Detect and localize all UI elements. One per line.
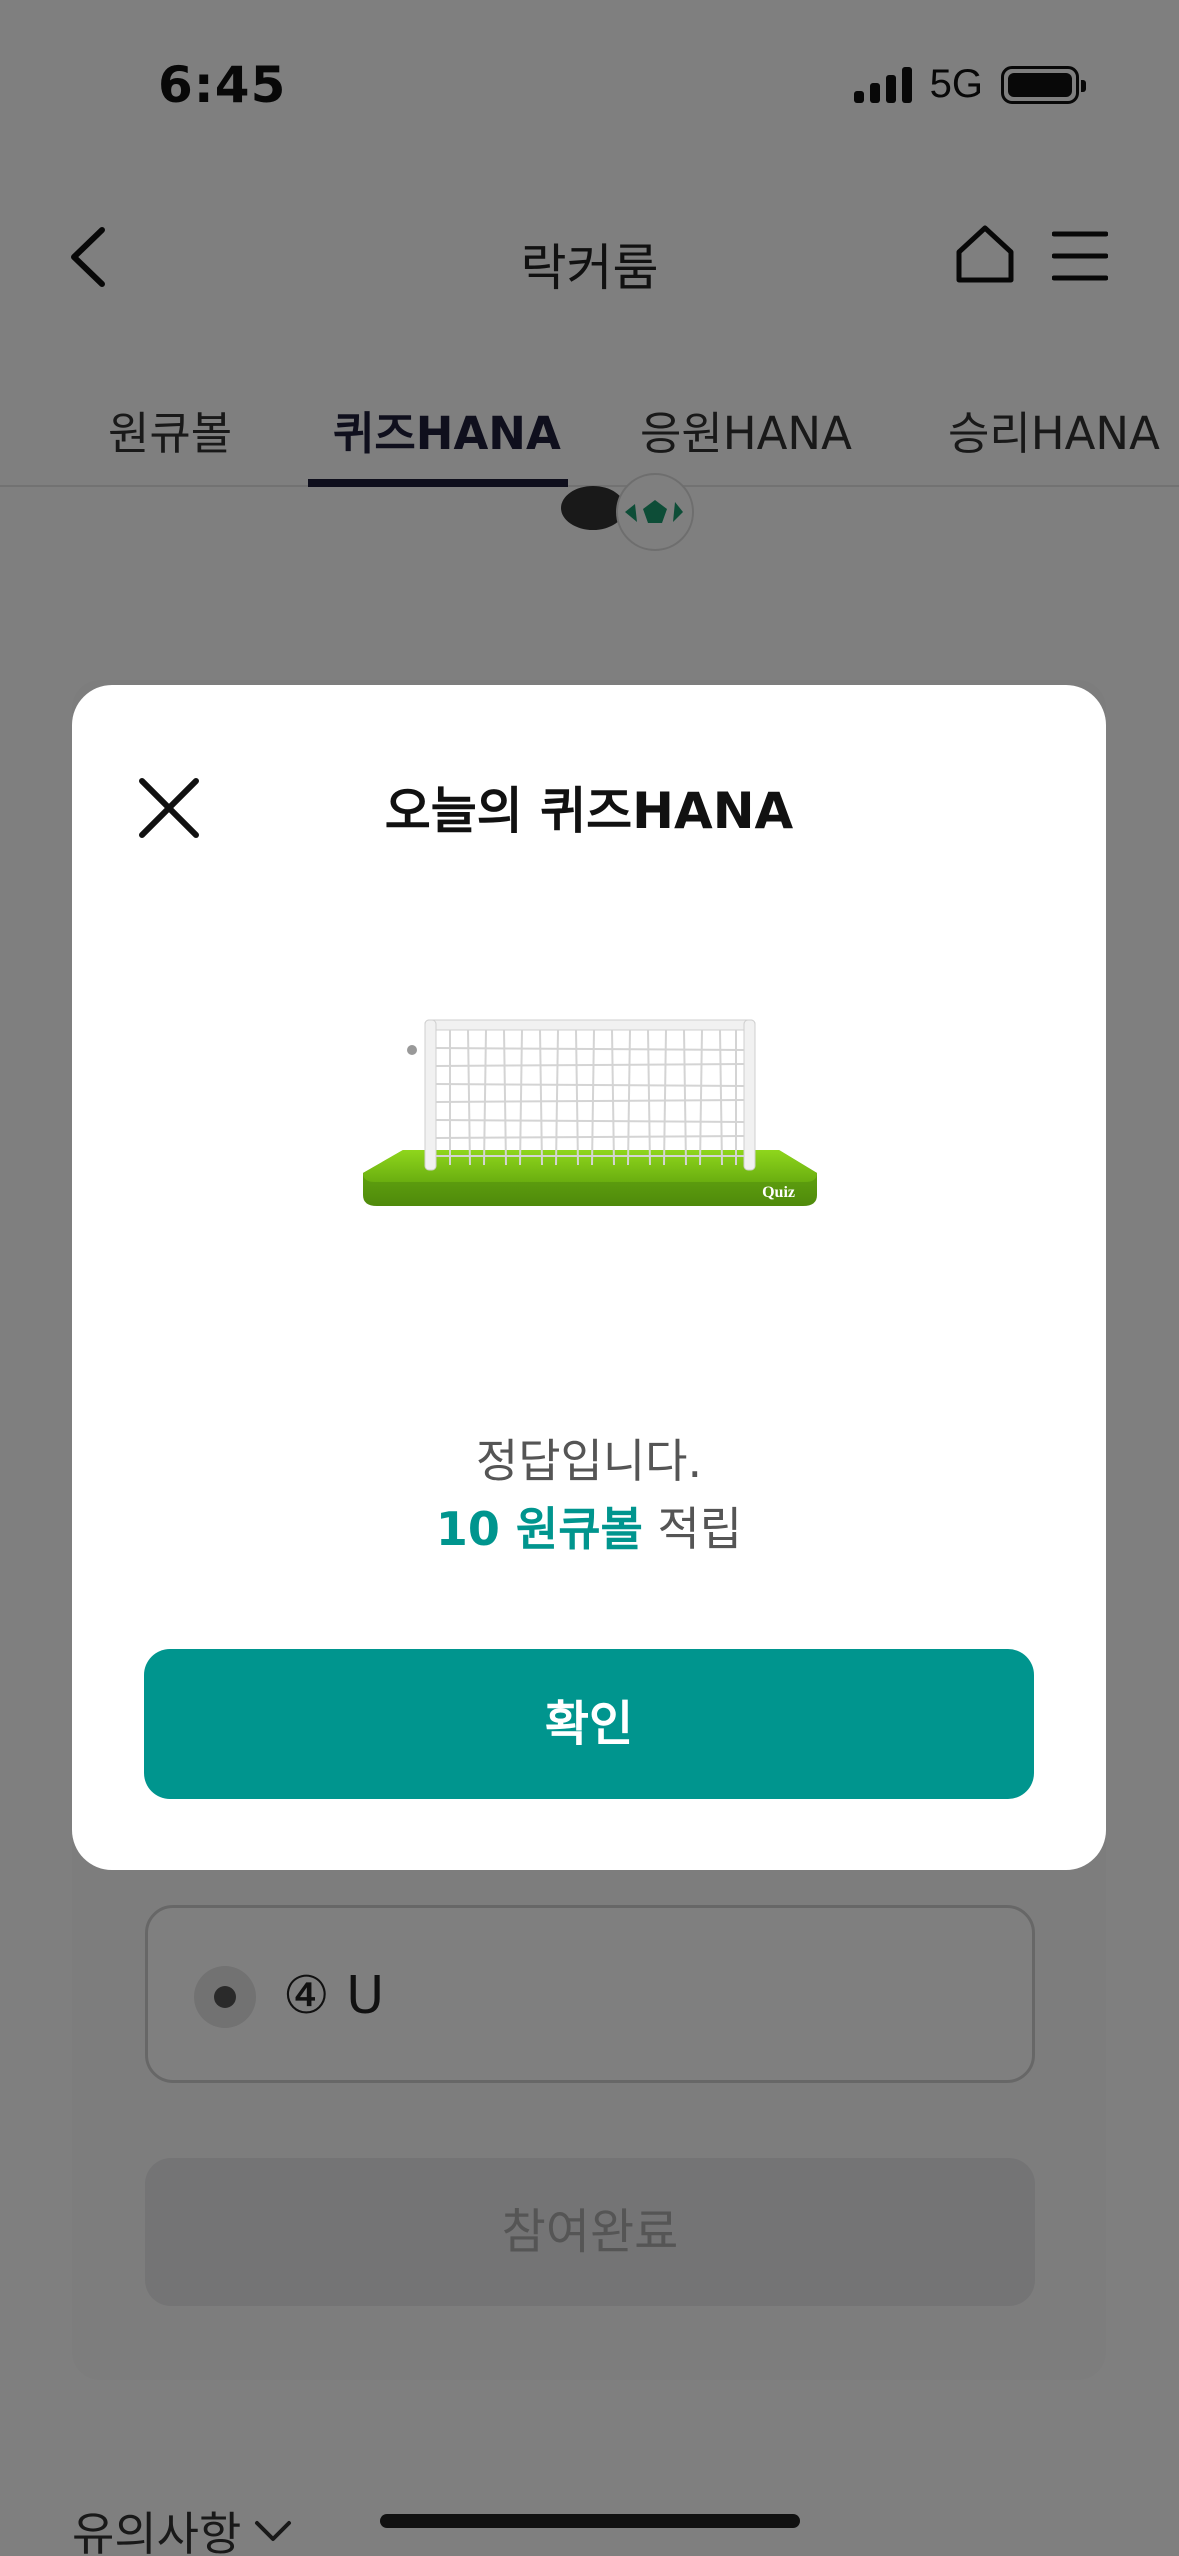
goal-label: Quiz	[762, 1184, 795, 1201]
modal-title: 오늘의 퀴즈HANA	[384, 782, 794, 840]
reward-message: 10 원큐볼 적립	[72, 1493, 1106, 1559]
reward-amount: 10 원큐볼	[435, 1502, 643, 1556]
confirm-button[interactable]: 확인	[144, 1649, 1034, 1799]
result-message: 정답입니다.	[475, 1434, 703, 1488]
screen: 6:45 5G 락커룸 원큐볼 퀴즈HANA 응원HANA 승리HANA	[0, 0, 1179, 2556]
quiz-result-modal: 오늘의 퀴즈HANA Quiz 정답입니다. 10 원큐볼 적립 확인	[72, 685, 1106, 1870]
reward-suffix: 적립	[642, 1502, 743, 1556]
home-indicator	[380, 2514, 800, 2528]
soccer-goal-illustration: Quiz	[363, 1019, 817, 1206]
